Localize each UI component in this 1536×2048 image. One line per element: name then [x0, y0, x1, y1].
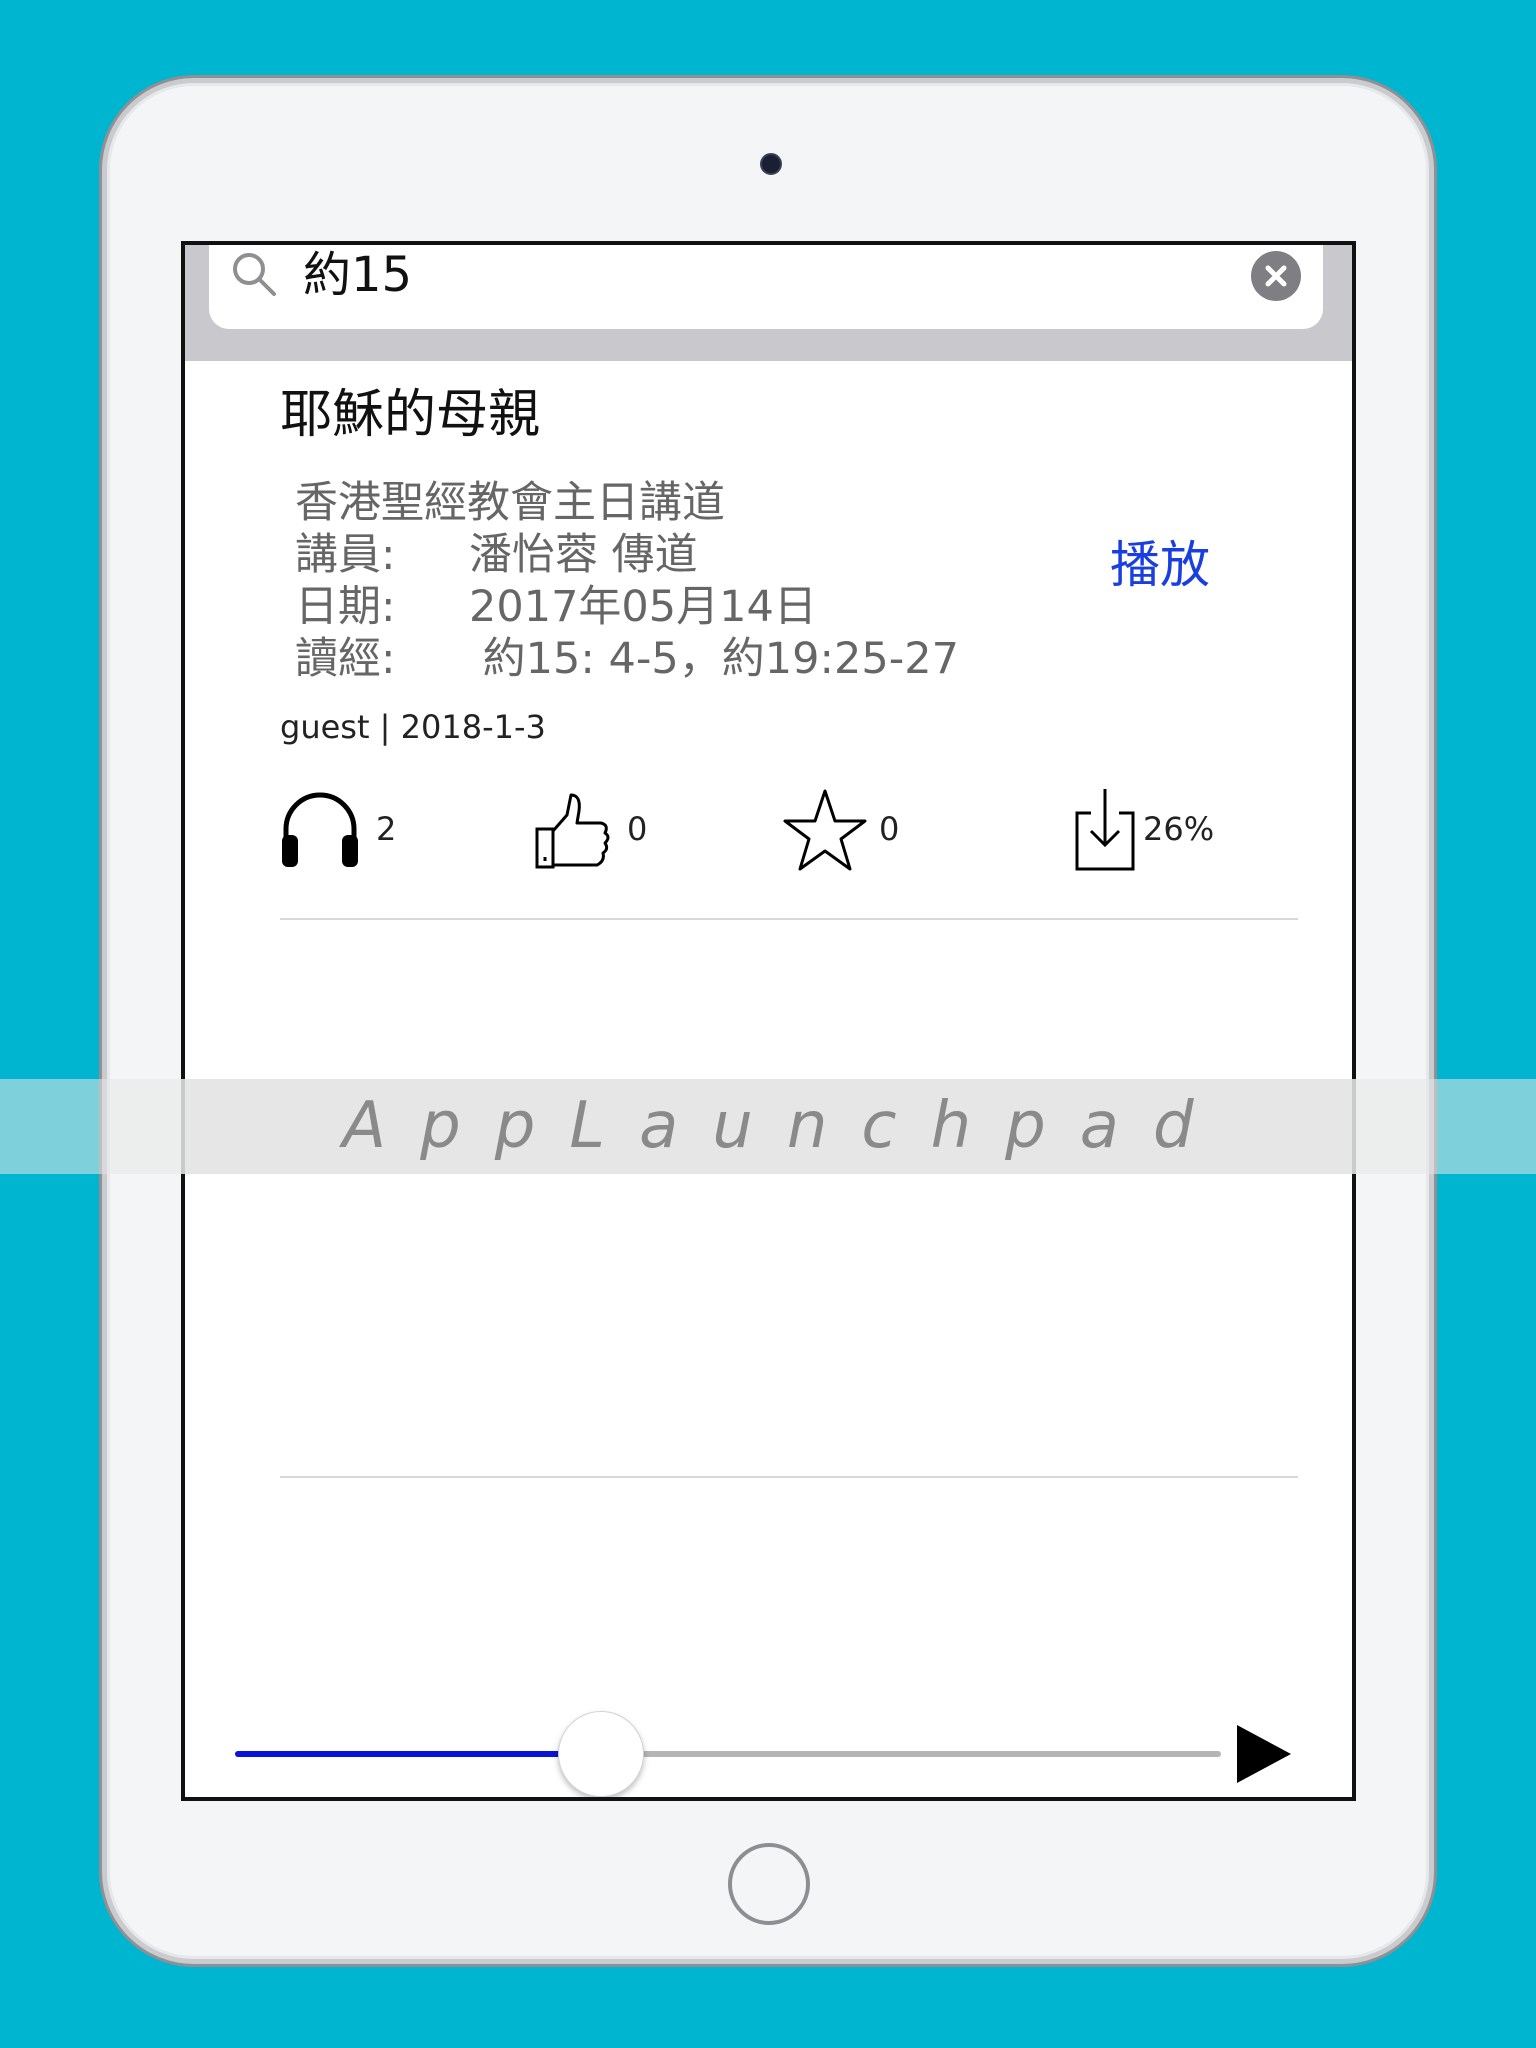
description-key: 日期:	[295, 582, 396, 632]
front-camera	[760, 153, 782, 175]
sermon-description: 香港聖經教會主日講道 講員: 潘怡蓉 傳道 日期: 2017年05月14日 讀經…	[295, 477, 959, 685]
playback-slider-thumb[interactable]	[557, 1711, 644, 1797]
download-icon	[1075, 789, 1135, 871]
description-value: 香港聖經教會主日講道	[295, 478, 725, 528]
description-key: 讀經:	[295, 634, 396, 684]
search-bar: 約15	[185, 245, 1352, 361]
description-line: 香港聖經教會主日講道	[295, 477, 959, 529]
favorites-stat[interactable]: 0	[783, 785, 923, 875]
description-value: 潘怡蓉 傳道	[469, 530, 698, 580]
description-line: 日期: 2017年05月14日	[295, 581, 959, 633]
thumbs-up-icon	[535, 793, 610, 869]
likes-stat[interactable]: 0	[533, 785, 673, 875]
description-value: 約15: 4-5，約19:25-27	[469, 634, 959, 684]
listens-stat[interactable]: 2	[280, 785, 420, 875]
download-progress: 26%	[1143, 810, 1215, 848]
playback-slider[interactable]	[235, 1751, 1221, 1757]
home-button[interactable]	[728, 1843, 810, 1925]
watermark-text: AppLaunchpad	[342, 1089, 1228, 1163]
likes-count: 0	[627, 810, 648, 848]
star-icon	[783, 789, 867, 871]
uploader-date: guest | 2018-1-3	[280, 708, 546, 746]
clear-icon	[1265, 265, 1287, 287]
download-stat[interactable]: 26%	[1073, 785, 1243, 875]
description-line: 講員: 潘怡蓉 傳道	[295, 529, 959, 581]
search-field[interactable]: 約15	[209, 245, 1323, 329]
row-divider	[280, 918, 1298, 920]
headphones-icon	[282, 792, 358, 867]
description-key: 講員:	[295, 530, 396, 580]
description-value: 2017年05月14日	[469, 582, 817, 632]
row-divider	[280, 1476, 1298, 1478]
description-line: 讀經: 約15: 4-5，約19:25-27	[295, 633, 959, 685]
favorites-count: 0	[879, 810, 900, 848]
playback-progress	[235, 1751, 600, 1757]
app-screen: 約15 耶穌的母親 香港聖經教會主日講道 講員: 潘怡蓉 傳道 日期: 2017…	[181, 241, 1356, 1801]
search-icon	[233, 253, 276, 296]
listens-count: 2	[376, 810, 397, 848]
sermon-title[interactable]: 耶穌的母親	[280, 383, 540, 447]
clear-search-button[interactable]	[1251, 251, 1301, 301]
play-link[interactable]: 播放	[1110, 535, 1210, 595]
search-input[interactable]: 約15	[303, 247, 412, 303]
play-icon[interactable]	[1235, 1723, 1293, 1785]
